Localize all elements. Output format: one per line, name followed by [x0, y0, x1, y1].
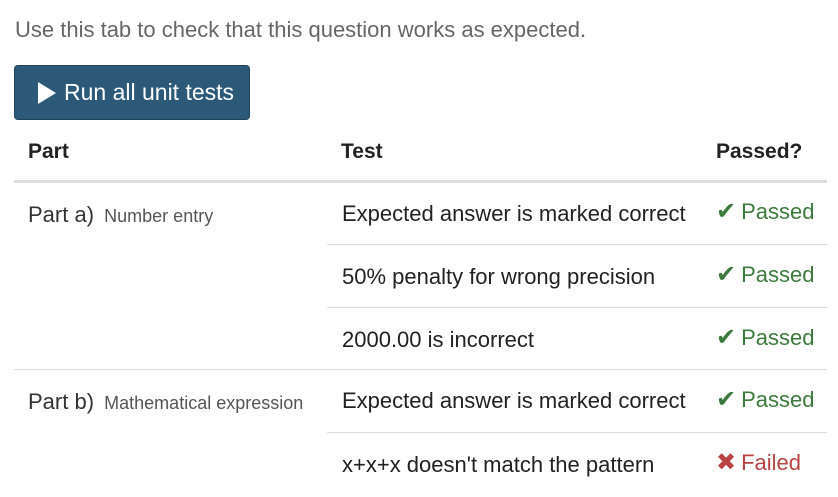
test-row-a1-name: Expected answer is marked correct — [342, 201, 686, 226]
check-icon: ✔ — [716, 198, 737, 225]
column-header-part: Part — [28, 140, 69, 163]
run-all-unit-tests-button[interactable]: Run all unit tests — [14, 65, 250, 120]
run-all-unit-tests-label: Run all unit tests — [64, 79, 235, 105]
test-row-a1-status: ✔ Passed — [716, 199, 815, 225]
test-row-b2-status-label: Failed — [741, 450, 802, 475]
test-row-b1-status-label: Passed — [741, 387, 815, 412]
test-row-b1-name: Expected answer is marked correct — [342, 388, 686, 413]
test-row-a3-name: 2000.00 is incorrect — [342, 327, 534, 352]
column-header-passed: Passed? — [716, 140, 803, 163]
intro-text: Use this tab to check that this question… — [15, 17, 587, 42]
row-divider — [327, 432, 827, 433]
row-divider — [327, 244, 827, 245]
part-b-cell: Part b) Mathematical expression — [28, 389, 303, 415]
part-a-cell: Part a) Number entry — [28, 202, 213, 228]
check-icon: ✔ — [716, 386, 737, 413]
part-b-name: Part b) — [28, 389, 95, 414]
test-row-a3-status: ✔ Passed — [716, 325, 815, 351]
test-row-a2-status-label: Passed — [741, 262, 815, 287]
test-row-a2-name: 50% penalty for wrong precision — [342, 264, 656, 289]
test-row-a2-status: ✔ Passed — [716, 262, 815, 288]
check-icon: ✔ — [716, 324, 737, 351]
test-row-b1-status: ✔ Passed — [716, 387, 815, 413]
part-b-description: Mathematical expression — [104, 393, 304, 413]
part-a-name: Part a) — [28, 202, 95, 227]
test-row-a1-status-label: Passed — [741, 199, 815, 224]
play-icon — [38, 81, 56, 104]
cross-icon: ✖ — [716, 449, 737, 476]
part-a-description: Number entry — [104, 206, 214, 226]
header-divider — [14, 180, 827, 183]
column-header-test: Test — [341, 140, 383, 163]
check-icon: ✔ — [716, 261, 737, 288]
part-divider — [14, 369, 827, 370]
test-row-b2-name: x+x+x doesn't match the pattern — [342, 452, 655, 477]
test-row-a3-status-label: Passed — [741, 325, 815, 350]
row-divider — [327, 307, 827, 308]
test-row-b2-status: ✖ Failed — [716, 450, 801, 476]
